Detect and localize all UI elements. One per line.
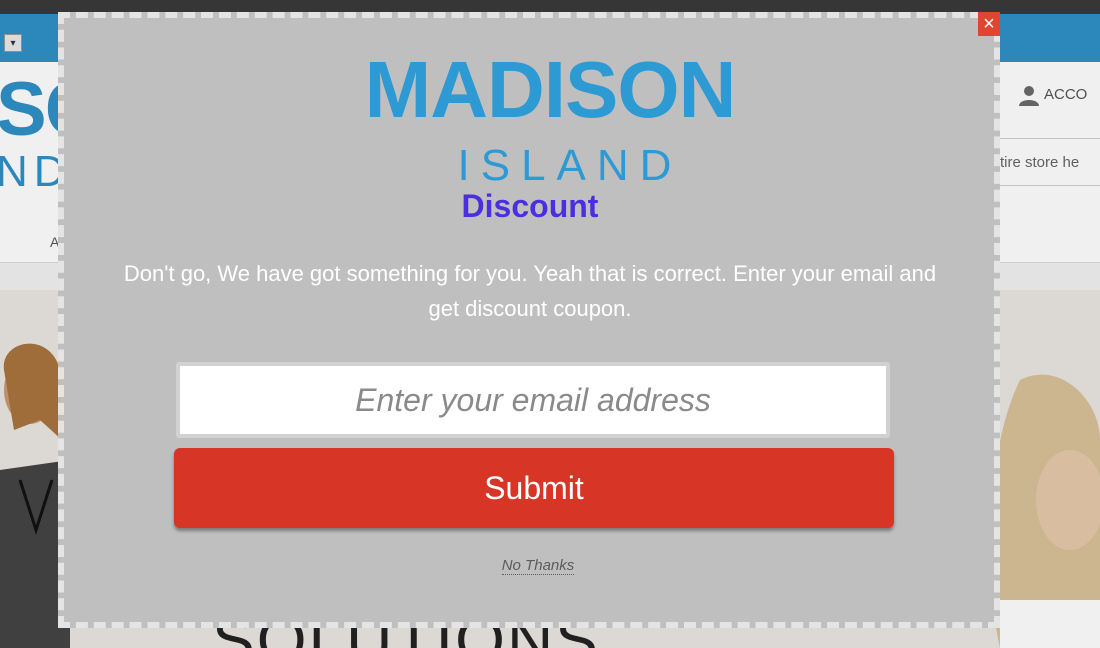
no-thanks-container: No Thanks: [0, 557, 1076, 575]
popup-message: Don't go, We have got something for you.…: [123, 261, 937, 321]
submit-button[interactable]: Submit: [174, 448, 894, 528]
popup-title: Discount: [461, 188, 599, 224]
email-field[interactable]: [176, 362, 890, 438]
no-thanks-link[interactable]: No Thanks: [501, 557, 575, 575]
popup-brand-logo-bottom: ISLAND: [457, 141, 683, 190]
popup-brand-logo-top: MADISON: [364, 45, 737, 134]
close-icon[interactable]: ×: [978, 12, 1000, 36]
